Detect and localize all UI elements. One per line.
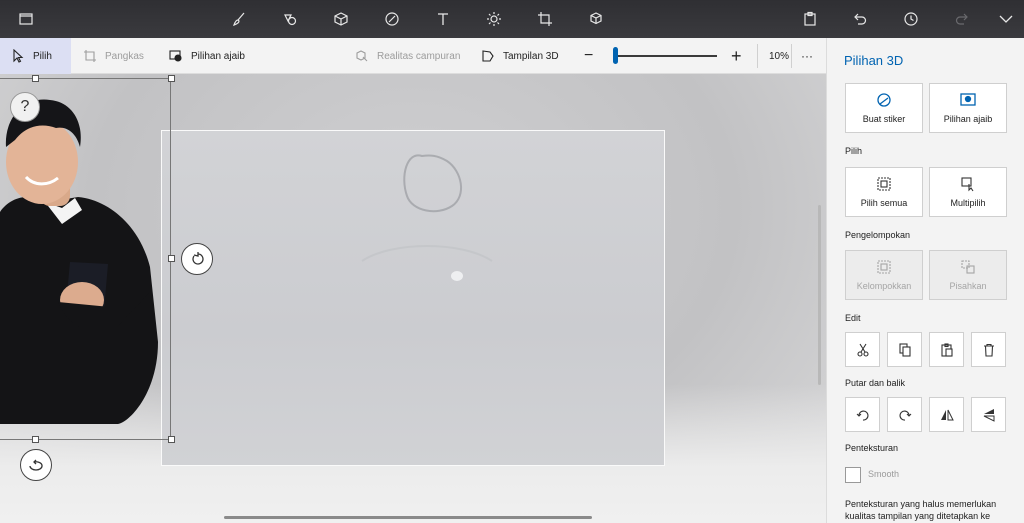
3d-shapes-icon[interactable]	[331, 9, 351, 29]
cursor-icon	[13, 49, 24, 63]
effects-icon[interactable]	[484, 9, 504, 29]
section-rotate-label: Putar dan balik	[845, 378, 906, 388]
minus-icon: −	[584, 47, 594, 64]
magic-select-button[interactable]: Pilihan ajaib	[169, 38, 245, 74]
rotate-left-button[interactable]	[845, 397, 880, 432]
multiselect-label: Multipilih	[950, 198, 986, 208]
sticker-icon	[877, 93, 891, 107]
canvas-icon[interactable]	[535, 9, 555, 29]
section-texture-label: Penteksturan	[845, 443, 899, 453]
zoom-slider-track[interactable]	[617, 55, 717, 57]
rotate-y-handle[interactable]	[20, 449, 52, 481]
panel-title: Pilihan 3D	[844, 53, 904, 68]
cut-icon	[856, 343, 869, 357]
ghost-sticker-outline	[361, 154, 493, 281]
paste-icon[interactable]	[800, 9, 820, 29]
resize-handle-top[interactable]	[32, 75, 39, 82]
mixed-reality-label: Realitas campuran	[377, 50, 461, 62]
group-button[interactable]: Kelompokkan	[845, 250, 923, 300]
view-3d-label: Tampilan 3D	[503, 50, 559, 62]
zoom-value: 10%	[769, 50, 790, 62]
smooth-label: Smooth	[868, 469, 900, 479]
section-select-label: Pilih	[845, 146, 863, 156]
flip-vertical-icon	[983, 408, 994, 422]
resize-handle-top-right[interactable]	[168, 75, 175, 82]
select-tool-label: Pilih	[33, 50, 52, 62]
section-edit-label: Edit	[845, 313, 861, 323]
mixed-reality-button[interactable]: Realitas campuran	[355, 38, 460, 74]
crop-button[interactable]: Pangkas	[83, 38, 144, 74]
3d-library-icon[interactable]	[586, 9, 606, 29]
selection-bounding-box[interactable]	[0, 78, 171, 440]
brushes-icon[interactable]	[229, 9, 249, 29]
multiselect-button[interactable]: Multipilih	[929, 167, 1007, 217]
copy-icon	[898, 342, 911, 357]
text-icon[interactable]	[433, 9, 453, 29]
resize-handle-right[interactable]	[168, 255, 175, 262]
texture-note: Penteksturan yang halus memerlukan kuali…	[845, 499, 997, 521]
rotate-z-icon	[192, 252, 204, 265]
mixed-reality-icon	[356, 50, 368, 62]
magic-select-tile-label: Pilihan ajaib	[943, 114, 993, 124]
2d-shapes-icon[interactable]	[280, 9, 300, 29]
rotate-left-icon	[856, 410, 868, 421]
resize-handle-bottom[interactable]	[32, 436, 39, 443]
flip-horizontal-icon	[940, 409, 954, 420]
plus-icon: +	[731, 45, 742, 66]
document-canvas[interactable]	[161, 130, 665, 466]
select-all-icon	[877, 177, 891, 191]
crop-label: Pangkas	[105, 50, 144, 62]
smooth-checkbox[interactable]	[845, 467, 861, 483]
select-all-button[interactable]: Pilih semua	[845, 167, 923, 217]
expand-icon[interactable]	[996, 9, 1016, 29]
vertical-scrollbar[interactable]	[818, 205, 821, 385]
3d-select-panel: Pilihan 3D Buat stiker Pilihan ajaib Pil…	[826, 38, 1024, 523]
zoom-out-button[interactable]: −	[584, 38, 593, 74]
make-sticker-button[interactable]: Buat stiker	[845, 83, 923, 133]
make-sticker-label: Buat stiker	[862, 114, 906, 124]
redo-icon[interactable]	[952, 9, 972, 29]
top-toolbar	[0, 0, 1024, 38]
select-tool-button[interactable]: Pilih	[0, 38, 71, 74]
history-icon[interactable]	[901, 9, 921, 29]
stickers-icon[interactable]	[382, 9, 402, 29]
magic-select-tile[interactable]: Pilihan ajaib	[929, 83, 1007, 133]
crop-icon	[84, 50, 96, 62]
rotate-y-icon	[29, 459, 43, 471]
flip-horizontal-button[interactable]	[929, 397, 964, 432]
view-3d-icon	[482, 50, 494, 62]
magic-select-tile-icon	[960, 93, 976, 106]
resize-handle-bottom-right[interactable]	[168, 436, 175, 443]
delete-button[interactable]	[971, 332, 1006, 367]
view-3d-button[interactable]: Tampilan 3D	[481, 38, 559, 74]
paste-panel-button[interactable]	[929, 332, 964, 367]
zoom-in-button[interactable]: +	[731, 38, 742, 74]
ungroup-icon	[961, 260, 975, 274]
rotate-z-handle[interactable]	[181, 243, 213, 275]
flip-vertical-button[interactable]	[971, 397, 1006, 432]
ungroup-button[interactable]: Pisahkan	[929, 250, 1007, 300]
help-button[interactable]: ?	[10, 92, 40, 122]
undo-icon[interactable]	[850, 9, 870, 29]
menu-folder-icon[interactable]	[16, 9, 36, 29]
paste-panel-icon	[940, 342, 953, 357]
more-options-button[interactable]: ···	[801, 38, 813, 74]
select-all-label: Pilih semua	[860, 198, 908, 208]
group-icon	[877, 260, 891, 274]
section-group-label: Pengelompokan	[845, 230, 911, 240]
workspace-canvas[interactable]: ?	[0, 74, 826, 523]
horizontal-scrollbar[interactable]	[224, 516, 592, 519]
cut-button[interactable]	[845, 332, 880, 367]
multiselect-icon	[961, 177, 974, 192]
trash-icon	[983, 343, 994, 357]
rotate-right-button[interactable]	[887, 397, 922, 432]
ungroup-label: Pisahkan	[949, 281, 987, 291]
magic-select-label: Pilihan ajaib	[191, 50, 245, 62]
zoom-slider-thumb[interactable]	[613, 47, 618, 64]
group-label: Kelompokkan	[856, 281, 912, 291]
copy-button[interactable]	[887, 332, 922, 367]
magic-select-icon	[169, 50, 182, 62]
rotate-right-icon	[899, 410, 911, 421]
